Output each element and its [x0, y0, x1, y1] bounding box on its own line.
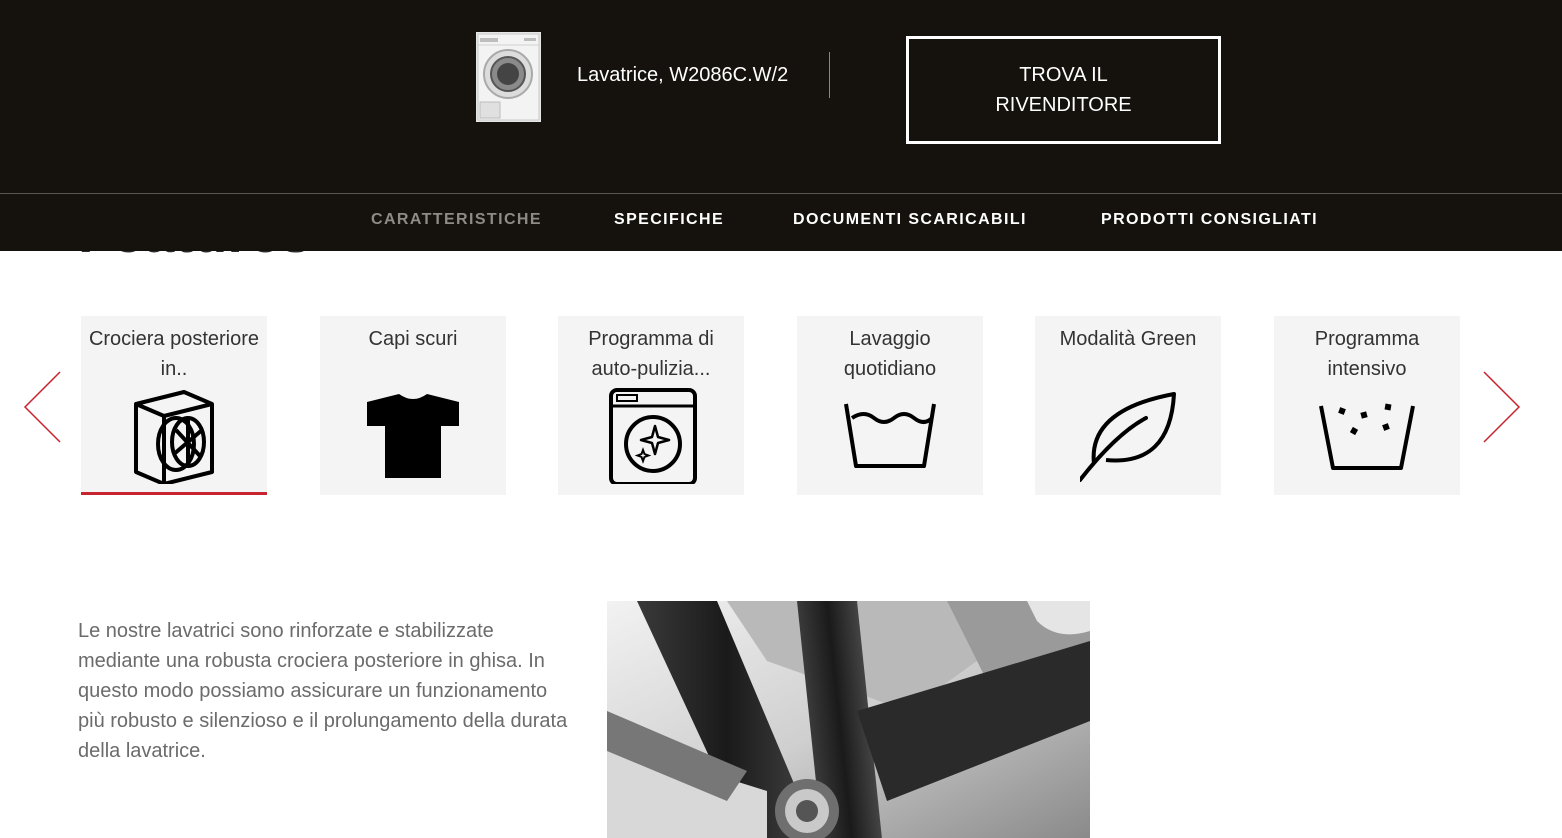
feature-label: Capi scuri	[368, 328, 458, 350]
subnav-item-specifiche[interactable]: SPECIFICHE	[614, 211, 724, 229]
feature-photo	[607, 601, 1090, 838]
subnav-item-prodotti[interactable]: PRODOTTI CONSIGLIATI	[1101, 211, 1318, 229]
header-divider	[829, 52, 830, 98]
feature-label: Modalità Green	[1059, 328, 1197, 350]
product-header: Lavatrice, W2086C.W/2 TROVA IL RIVENDITO…	[0, 0, 1562, 193]
tshirt-icon	[367, 394, 459, 478]
subnav-item-caratteristiche[interactable]: CARATTERISTICHE	[371, 211, 542, 229]
chevron-left-icon[interactable]	[22, 370, 62, 444]
feature-label: Crociera posteriore in..	[88, 328, 260, 380]
product-name: Lavatrice, W2086C.W/2	[577, 64, 789, 86]
feature-card-programma-intensivo[interactable]: Programma intensivo	[1274, 316, 1460, 495]
find-dealer-button[interactable]: TROVA IL RIVENDITORE	[906, 36, 1221, 144]
leaf-icon	[1080, 392, 1176, 482]
feature-card-auto-pulizia[interactable]: Programma di auto-pulizia...	[558, 316, 744, 495]
product-subnav: CARATTERISTICHE SPECIFICHE DOCUMENTI SCA…	[0, 193, 1562, 251]
page: Features Lavatrice, W2086C.W/2 TROVA IL …	[0, 0, 1562, 838]
feature-label: Programma di auto-pulizia...	[588, 328, 714, 380]
wash-tub-icon	[844, 403, 936, 468]
product-thumbnail	[476, 32, 541, 122]
feature-card-crociera[interactable]: Crociera posteriore in..	[81, 316, 267, 495]
feature-description: Le nostre lavatrici sono rinforzate e st…	[78, 620, 568, 762]
subnav-item-documenti[interactable]: DOCUMENTI SCARICABILI	[793, 211, 1027, 229]
feature-label: Lavaggio quotidiano	[843, 328, 937, 380]
feature-card-lavaggio-quotidiano[interactable]: Lavaggio quotidiano	[797, 316, 983, 495]
feature-card-capi-scuri[interactable]: Capi scuri	[320, 316, 506, 495]
feature-label: Programma intensivo	[1314, 328, 1420, 380]
feature-card-modalita-green[interactable]: Modalità Green	[1035, 316, 1221, 495]
drum-spider-icon	[134, 390, 214, 484]
intensive-wash-icon	[1319, 403, 1415, 470]
chevron-right-icon[interactable]	[1482, 370, 1522, 444]
self-clean-washer-icon	[609, 388, 697, 484]
